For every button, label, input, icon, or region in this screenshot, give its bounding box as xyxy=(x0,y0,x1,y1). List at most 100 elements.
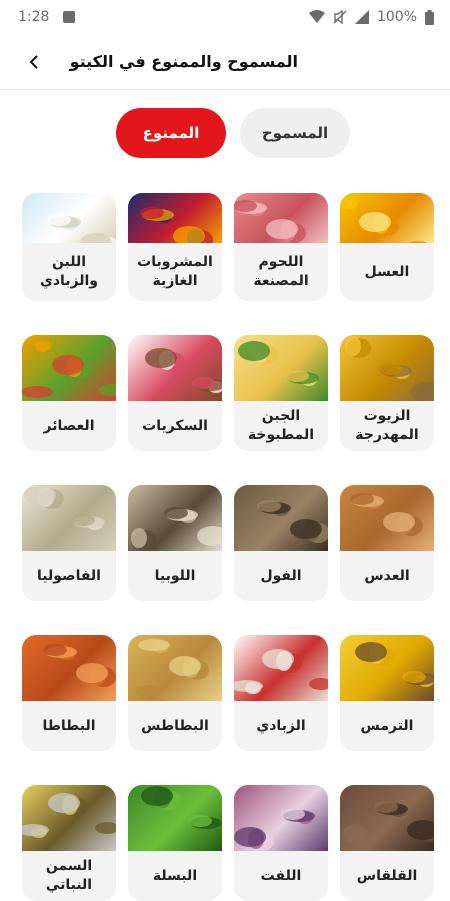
juices-image xyxy=(22,335,116,401)
food-photo-blob xyxy=(24,485,56,505)
food-photo-blob xyxy=(47,214,71,226)
food-photo-blob xyxy=(281,808,305,820)
food-card-label: اللبن والزبادي xyxy=(40,254,98,289)
food-photo-shapes xyxy=(24,485,105,530)
food-photo-blob xyxy=(197,526,222,546)
soft-drinks-image xyxy=(128,193,222,243)
food-photo-blob xyxy=(141,786,173,806)
food-photo-shapes xyxy=(350,493,423,536)
food-card[interactable]: اللبن والزبادي xyxy=(22,193,116,301)
food-card-label: السمن النباتي xyxy=(45,858,93,893)
food-photo-blob xyxy=(374,801,398,813)
status-bar: 1:28 100% xyxy=(0,0,450,34)
food-photo-blob xyxy=(290,519,322,539)
food-photo-shapes xyxy=(43,644,116,687)
food-card[interactable]: اللحوم المصنعة xyxy=(234,193,328,301)
food-photo-blob xyxy=(164,507,188,519)
food-card[interactable]: الفول xyxy=(234,485,328,601)
margarine-image xyxy=(22,785,116,851)
food-photo-shapes xyxy=(136,639,209,697)
food-photo-blob xyxy=(234,200,257,212)
food-card-label: الجبن المطبوخة xyxy=(247,408,315,443)
food-photo-shapes xyxy=(238,341,319,386)
food-grid: العسل اللحوم المصنعة المشروبات الغازية اللب… xyxy=(18,193,434,901)
food-photo-blob xyxy=(257,500,281,512)
food-photo-blob xyxy=(350,493,374,505)
food-card[interactable]: الترمس xyxy=(340,635,434,751)
taro-image xyxy=(340,785,434,851)
back-button[interactable] xyxy=(22,50,46,74)
food-photo-blob xyxy=(342,197,358,209)
food-card[interactable]: البسلة xyxy=(128,785,222,901)
chevron-left-icon xyxy=(29,54,38,69)
food-card[interactable]: البطاطس xyxy=(128,635,222,751)
mute-icon xyxy=(333,10,347,24)
food-photo-blob xyxy=(76,663,108,683)
food-card-label: العصائر xyxy=(43,417,95,434)
white-beans-image xyxy=(22,485,116,551)
food-photo-blob xyxy=(188,815,212,827)
lupini-image xyxy=(340,635,434,701)
food-card-label: القلقاس xyxy=(356,867,418,884)
food-card-label: الزيوت المهدرجة xyxy=(355,408,419,443)
food-photo-blob xyxy=(48,793,80,813)
food-card[interactable]: اللوبيا xyxy=(128,485,222,601)
food-card[interactable]: العسل xyxy=(340,193,434,301)
food-card[interactable]: المشروبات الغازية xyxy=(128,193,222,301)
food-photo-blob xyxy=(234,827,266,847)
battery-icon xyxy=(425,9,434,25)
food-card[interactable]: البطاطا xyxy=(22,635,116,751)
food-photo-blob xyxy=(140,207,164,219)
food-photo-blob xyxy=(407,820,434,840)
food-card[interactable]: الزيوت المهدرجة xyxy=(340,335,434,451)
food-card[interactable]: السكريات xyxy=(128,335,222,451)
food-photo-blob xyxy=(80,233,112,243)
food-card[interactable]: الجبن المطبوخة xyxy=(234,335,328,451)
food-card[interactable]: السمن النباتي xyxy=(22,785,116,901)
food-card-label: الترمس xyxy=(360,717,414,734)
food-card-label: الفاصوليا xyxy=(37,567,101,584)
food-card[interactable]: القلقاس xyxy=(340,785,434,901)
potatoes-image xyxy=(128,635,222,701)
food-card[interactable]: العصائر xyxy=(22,335,116,451)
food-photo-shapes xyxy=(355,642,434,687)
food-photo-blob xyxy=(411,382,434,401)
fava-beans-image xyxy=(234,485,328,551)
signal-icon xyxy=(354,10,369,24)
food-card-label: العسل xyxy=(364,263,410,280)
food-photo-shapes xyxy=(342,197,427,243)
food-photo-blob xyxy=(95,822,116,834)
food-photo-shapes xyxy=(145,348,222,393)
milk-yogurt-image xyxy=(22,193,116,243)
food-photo-shapes xyxy=(234,649,328,694)
honey-image xyxy=(340,193,434,243)
food-card-label: اللحوم المصنعة xyxy=(253,254,309,289)
food-photo-blob xyxy=(285,370,309,382)
food-photo-blob xyxy=(409,241,427,243)
tab-allowed[interactable]: المسموح xyxy=(240,108,350,158)
food-card[interactable]: الزبادي xyxy=(234,635,328,751)
wifi-icon xyxy=(308,10,325,23)
food-photo-shapes xyxy=(234,200,306,243)
processed-cheese-image xyxy=(234,335,328,401)
food-card-label: البسلة xyxy=(152,867,198,884)
food-photo-blob xyxy=(355,642,387,662)
food-card[interactable]: اللفت xyxy=(234,785,328,901)
peas-image xyxy=(128,785,222,851)
food-photo-blob xyxy=(345,336,361,356)
food-photo-blob xyxy=(262,649,294,669)
food-photo-blob xyxy=(309,678,328,690)
food-photo-blob xyxy=(138,639,170,651)
food-card[interactable]: الفاصوليا xyxy=(22,485,116,601)
food-card[interactable]: العدس xyxy=(340,485,434,601)
food-photo-blob xyxy=(145,348,177,368)
turnip-image xyxy=(234,785,328,851)
food-photo-shapes xyxy=(22,340,116,398)
status-time: 1:28 xyxy=(18,9,50,25)
tab-forbidden[interactable]: الممنوع xyxy=(116,108,226,158)
food-photo-blob xyxy=(35,340,51,352)
food-photo-blob xyxy=(131,528,147,548)
food-photo-blob xyxy=(266,219,298,239)
food-photo-blob xyxy=(136,685,160,697)
food-photo-blob xyxy=(71,514,95,526)
